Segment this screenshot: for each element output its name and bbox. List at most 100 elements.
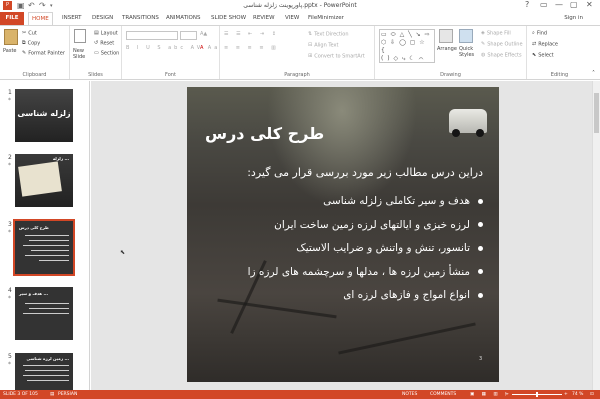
new-slide-button[interactable]: New Slide — [73, 48, 89, 60]
shape-outline-button[interactable]: ✎ Shape Outline — [481, 41, 523, 48]
slide-thumbnail-3[interactable]: طرح کلی درس — [13, 219, 75, 276]
tab-view[interactable]: VIEW — [285, 15, 299, 21]
text-direction-button[interactable]: ⇅ Text Direction — [308, 31, 349, 38]
font-size-input[interactable] — [180, 31, 197, 40]
shapes-gallery[interactable]: ▭ ⬭ △ ╲ ↘ ⇨ ⬡ ⇩ ◯ ▢ ☆ {( ) ◇ ⤷ ☾ ⌒ — [379, 29, 435, 63]
slide-title[interactable]: طرح کلی درس — [205, 124, 324, 143]
font-format-buttons[interactable]: B I U S abc AV Aa — [126, 45, 220, 51]
copy-button[interactable]: ⧉ Copy — [22, 40, 40, 47]
thumb-title: زلزله ... — [52, 156, 69, 161]
drawing-group: ▭ ⬭ △ ╲ ↘ ⇨ ⬡ ⇩ ◯ ▢ ☆ {( ) ◇ ⤷ ☾ ⌒ Arrang… — [375, 26, 527, 79]
slide-thumbnail-5[interactable]: زمین لرزه شناسی ... — [15, 353, 73, 390]
thumb-line — [39, 260, 69, 261]
align-text-icon: ⊟ — [308, 42, 313, 48]
maximize-icon[interactable]: ▢ — [570, 0, 578, 9]
layout-button[interactable]: ▤ Layout — [94, 30, 118, 37]
bullet-dot-icon — [478, 245, 483, 251]
slide-count-status: SLIDE 3 OF 105 — [3, 392, 38, 397]
quick-styles-icon[interactable] — [459, 29, 473, 43]
tab-design[interactable]: DESIGN — [92, 15, 113, 21]
paste-icon[interactable] — [4, 29, 18, 45]
new-slide-icon[interactable] — [74, 29, 86, 43]
arrange-icon[interactable] — [439, 29, 453, 43]
zoom-out-icon[interactable]: − — [505, 392, 509, 397]
notes-button[interactable]: NOTES — [402, 392, 417, 397]
thumb-line — [27, 380, 69, 381]
bullet-item: منشأ زمین لرزه ها ، مدلها و سرچشمه های ل… — [203, 261, 483, 285]
format-painter-button[interactable]: ✎ Format Painter — [22, 50, 65, 57]
tab-animations[interactable]: ANIMATIONS — [166, 15, 201, 21]
section-button[interactable]: ▭ Section — [94, 50, 119, 57]
bullet-item: لرزه خیزی و ایالتهای لرزه زمین ساخت ایرا… — [203, 214, 483, 238]
font-grow-icon[interactable]: A▲ — [200, 31, 207, 37]
reset-button[interactable]: ↺ Reset — [94, 40, 114, 47]
vertical-scrollbar[interactable] — [592, 81, 600, 390]
quick-styles-button[interactable]: Quick Styles — [459, 46, 477, 58]
thumb-line — [23, 365, 69, 366]
align-buttons[interactable]: ≡ ≡ ≡ ≡ ▥ — [224, 45, 279, 51]
tab-fileminimizer[interactable]: FileMinimizer — [308, 15, 344, 21]
tab-slide-show[interactable]: SLIDE SHOW — [211, 15, 246, 21]
reset-icon: ↺ — [94, 40, 99, 46]
editing-group: ⌕ Find ⇄ Replace ⬉ Select Editing — [527, 26, 592, 79]
find-button[interactable]: ⌕ Find — [532, 30, 547, 37]
convert-smartart-button[interactable]: ⊞ Convert to SmartArt — [308, 53, 365, 60]
replace-label: Replace — [538, 41, 558, 48]
copy-icon: ⧉ — [22, 40, 26, 46]
ribbon-display-icon[interactable]: ▭ — [540, 0, 548, 9]
bullet-item: هدف و سیر تکاملی زلزله شناسی — [203, 190, 483, 214]
slide-thumbnail-4[interactable]: هدف و سیر ... — [15, 287, 73, 340]
replace-button[interactable]: ⇄ Replace — [532, 41, 558, 48]
tab-file[interactable]: FILE — [0, 12, 24, 25]
clipboard-group: Paste ✂ Cut ⧉ Copy ✎ Format Painter Clipboa… — [0, 26, 70, 79]
thumb-title: زلزله شناسی — [17, 109, 71, 118]
bullet-text: هدف و سیر تکاملی زلزله شناسی — [323, 195, 470, 207]
comments-button[interactable]: COMMENTS — [430, 392, 456, 397]
cut-button[interactable]: ✂ Cut — [22, 30, 37, 37]
paragraph-group: ☰ ☰ ⇤ ⇥ ↕ ≡ ≡ ≡ ≡ ▥ ⇅ Text Direction ⊟ Ali… — [220, 26, 375, 79]
tab-home[interactable]: HOME — [28, 12, 53, 26]
select-button[interactable]: ⬉ Select — [532, 52, 554, 59]
spellcheck-icon[interactable]: ▤ — [50, 392, 54, 397]
slide-editing-area[interactable]: طرح کلی درس دراین درس مطالب زیر مورد برر… — [91, 81, 600, 390]
current-slide[interactable]: طرح کلی درس دراین درس مطالب زیر مورد برر… — [187, 87, 499, 382]
shape-fill-button[interactable]: ◈ Shape Fill — [481, 30, 511, 37]
bullet-dot-icon — [478, 269, 483, 274]
help-icon[interactable]: ? — [525, 0, 529, 9]
sign-in-link[interactable]: Sign in — [564, 15, 583, 21]
shape-outline-label: Shape Outline — [487, 41, 523, 48]
list-buttons[interactable]: ☰ ☰ ⇤ ⇥ ↕ — [224, 31, 279, 37]
language-status[interactable]: PERSIAN — [58, 392, 77, 397]
font-name-input[interactable] — [126, 31, 178, 40]
font-color-icon[interactable]: A — [200, 45, 203, 51]
slide-thumbnail-2[interactable]: زلزله ... — [15, 154, 73, 207]
close-icon[interactable]: ✕ — [586, 0, 593, 9]
zoom-slider-thumb[interactable] — [536, 392, 538, 397]
effects-icon: ◍ — [481, 52, 486, 58]
slide-bullet-list[interactable]: هدف و سیر تکاملی زلزله شناسی لرزه خیزی و… — [203, 190, 483, 308]
find-label: Find — [536, 30, 548, 37]
slide-number: 3 — [479, 356, 483, 362]
paste-button[interactable]: Paste — [3, 48, 17, 54]
tab-transitions[interactable]: TRANSITIONS — [122, 15, 159, 21]
slide-intro-text[interactable]: دراین درس مطالب زیر مورد بررسی قرار می گ… — [193, 166, 483, 179]
tab-insert[interactable]: INSERT — [62, 15, 81, 21]
slide-thumbnail-1[interactable]: زلزله شناسی — [15, 89, 73, 142]
collapse-ribbon-icon[interactable]: ˄ — [592, 70, 595, 77]
arrange-button[interactable]: Arrange — [437, 46, 457, 52]
search-icon: ⌕ — [532, 30, 535, 36]
scrollbar-thumb[interactable] — [594, 93, 599, 133]
thumb-line — [25, 255, 69, 256]
fit-slide-icon[interactable]: ⊡ — [590, 392, 594, 397]
replace-icon: ⇄ — [532, 41, 537, 47]
shape-effects-button[interactable]: ◍ Shape Effects — [481, 52, 522, 59]
minimize-icon[interactable]: — — [555, 0, 563, 9]
thumb-line — [31, 250, 69, 251]
zoom-in-icon[interactable]: + — [564, 392, 568, 397]
select-label: Select — [538, 52, 554, 59]
section-label: Section — [100, 50, 120, 57]
shape-fill-label: Shape Fill — [486, 30, 511, 37]
tab-review[interactable]: REVIEW — [253, 15, 275, 21]
zoom-level[interactable]: 74 % — [572, 392, 583, 397]
align-text-button[interactable]: ⊟ Align Text — [308, 42, 338, 49]
